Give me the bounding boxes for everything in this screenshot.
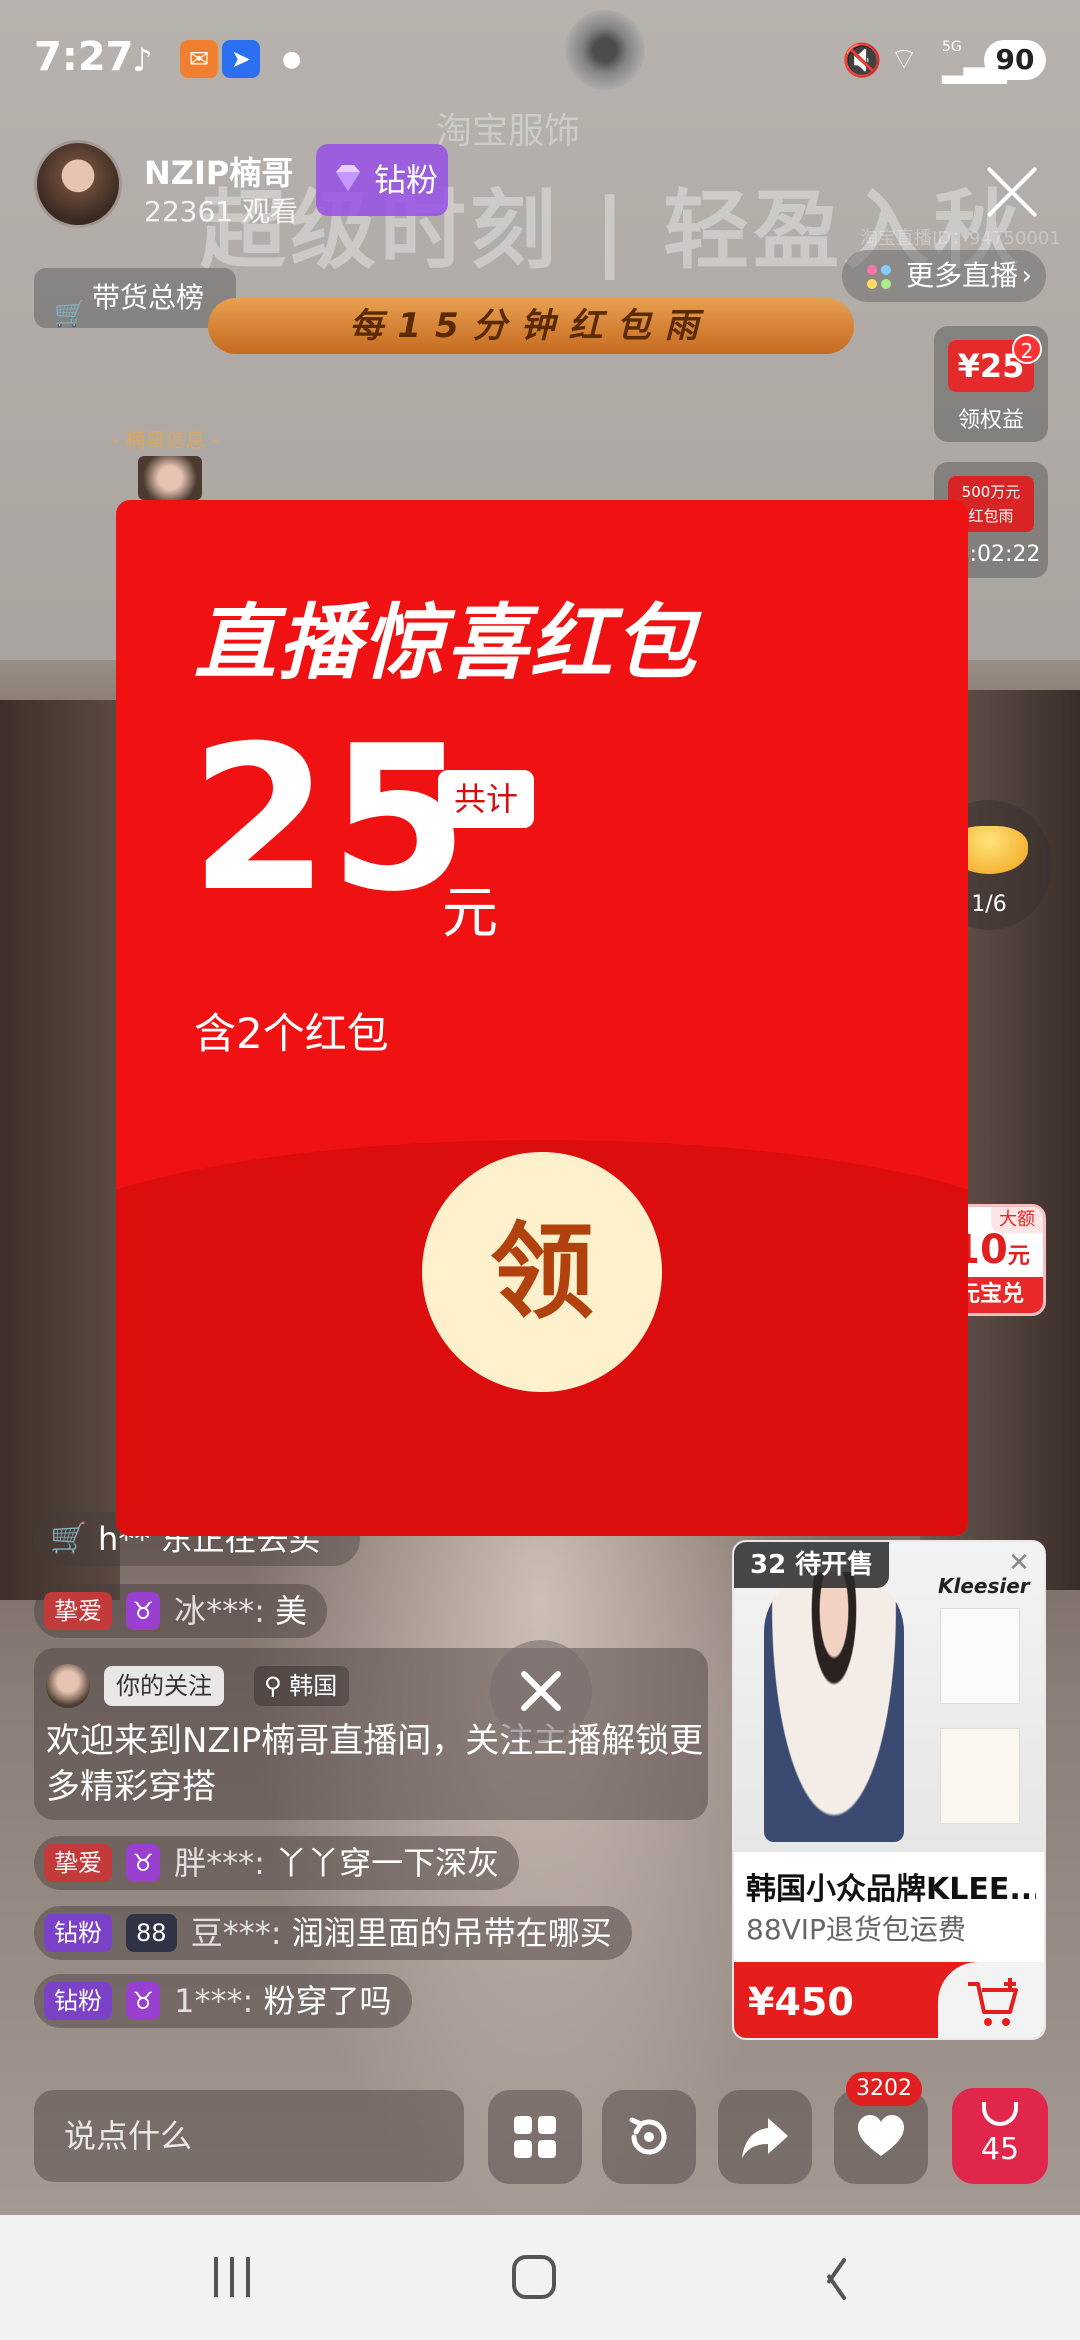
perk-label: 领权益 — [957, 408, 1024, 433]
presale-tag: 32 待开售 — [734, 1542, 890, 1588]
grid-icon — [867, 265, 891, 289]
product-card[interactable]: Kleesier 32 待开售 ✕ 韩国小众品牌KLEE... 88VIP退货包… — [732, 1540, 1046, 2040]
location-tag: ⚲ 韩国 — [254, 1666, 350, 1706]
host-name: NZIP楠哥 — [144, 154, 294, 192]
chevron-right-icon: › — [1021, 261, 1032, 291]
back-button[interactable] — [822, 2253, 852, 2303]
cart-icon: 🛒 — [50, 1521, 88, 1556]
overlay-room-id: 淘宝直播ID：94750001 — [860, 228, 1061, 249]
status-time: 7:27 — [34, 34, 134, 80]
total-tag: 共计 — [438, 770, 534, 828]
more-live-button[interactable]: 更多直播 › — [842, 250, 1046, 302]
wifi-icon: ⌔ — [890, 42, 919, 77]
dismiss-red-packet-button[interactable] — [490, 1640, 592, 1742]
grid-icon — [514, 2116, 556, 2158]
product-price: ¥450 — [748, 1980, 854, 2024]
more-live-label: 更多直播 — [906, 259, 1019, 292]
mute-icon: 🔇 — [842, 41, 882, 79]
medal-icon: ♉ — [126, 1592, 160, 1630]
following-tag: 你的关注 — [104, 1666, 224, 1706]
fan-level-badge: 挚爱 — [44, 1844, 112, 1882]
host-info-thumbnail[interactable] — [138, 456, 202, 500]
chat-text: 美 — [275, 1592, 308, 1630]
share-button[interactable] — [718, 2090, 812, 2184]
product-swatch — [940, 1728, 1020, 1824]
fan-level-badge: 钻粉 — [44, 1914, 112, 1952]
overlay-brand: 淘宝服饰 — [436, 111, 581, 152]
like-count-badge: 3202 — [846, 2072, 922, 2106]
more-features-button[interactable] — [488, 2090, 582, 2184]
battery-indicator: 90 — [984, 40, 1046, 80]
add-to-cart-button[interactable] — [938, 1962, 1044, 2038]
product-model-photo — [764, 1572, 904, 1842]
home-button[interactable] — [512, 2255, 556, 2299]
chat-message: 钻粉 88 豆***: 润润里面的吊带在哪买 — [34, 1906, 632, 1960]
claim-button[interactable]: 领 — [422, 1152, 662, 1392]
location-pin-icon: ⚲ — [264, 1672, 282, 1700]
replay-button[interactable] — [602, 2090, 696, 2184]
fan-badge-label: 钻粉 — [374, 161, 439, 199]
tiktok-icon: ♪ — [132, 41, 153, 79]
shopping-bag-count: 45 — [980, 2132, 1020, 2167]
shopping-bag-button[interactable]: 45 — [952, 2088, 1048, 2184]
host-avatar[interactable] — [34, 140, 122, 228]
product-image[interactable]: Kleesier — [734, 1542, 1044, 1852]
chat-text: 丫丫穿一下深灰 — [275, 1844, 500, 1882]
close-icon[interactable]: ✕ — [1004, 1548, 1034, 1578]
share-icon — [742, 2118, 788, 2158]
yuanbao-unit: 元 — [1007, 1244, 1030, 1269]
shopping-bag-icon — [982, 2102, 1018, 2126]
red-packet-amount: 25 — [190, 703, 469, 936]
heart-icon — [858, 2115, 904, 2156]
chat-message: 挚爱 ♉ 冰***: 美 — [34, 1584, 328, 1638]
chat-username: 豆***: — [190, 1914, 282, 1952]
recent-apps-button[interactable] — [210, 2257, 254, 2297]
front-camera — [565, 10, 645, 90]
fan-level-number: 88 — [126, 1914, 177, 1952]
perks-card[interactable]: ¥25 2 领权益 — [934, 326, 1048, 442]
chat-text: 粉穿了吗 — [263, 1982, 392, 2020]
sales-rank-button[interactable]: 🛒 带货总榜 — [34, 268, 236, 329]
welcome-message: 你的关注 ⚲ 韩国 欢迎来到NZIP楠哥直播间，关注主播解锁更多精彩穿搭 — [34, 1648, 708, 1820]
chat-username: 冰***: — [174, 1592, 265, 1630]
product-title: 韩国小众品牌KLEE... — [746, 1872, 1036, 1907]
chat-text: 润润里面的吊带在哪买 — [291, 1914, 612, 1952]
perk-badge-count: 2 — [1012, 334, 1042, 364]
replay-icon — [629, 2117, 667, 2155]
more-notifications-dot: ● — [282, 47, 302, 72]
chat-username: 1***: — [174, 1982, 254, 2020]
diamond-icon — [336, 165, 360, 191]
medal-icon: ♉ — [126, 1982, 160, 2020]
chat-message: 钻粉 ♉ 1***: 粉穿了吗 — [34, 1974, 412, 2028]
system-navigation-bar — [0, 2215, 1080, 2340]
red-packet-count: 含2个红包 — [194, 1009, 389, 1058]
host-avatar-small — [46, 1664, 90, 1708]
fan-level-badge: 钻粉 — [44, 1982, 112, 2020]
product-buy-bar[interactable]: ¥450 — [734, 1962, 1044, 2038]
comment-input[interactable]: 说点什么 — [34, 2090, 464, 2182]
sales-rank-label: 带货总榜 — [92, 281, 205, 314]
modal-title: 直播惊喜红包 — [194, 596, 698, 691]
close-live-button[interactable] — [982, 162, 1042, 222]
medal-icon: ♉ — [126, 1844, 160, 1882]
host-info-label: - 楠哥信息 - — [112, 428, 220, 452]
location-text: 韩国 — [289, 1672, 338, 1700]
product-swatch — [940, 1608, 1020, 1704]
red-packet-modal: 直播惊喜红包 25 共计 元 含2个红包 领 — [116, 500, 968, 1536]
viewer-count: 22361 观看 — [144, 195, 298, 228]
chat-username: 胖***: — [174, 1844, 265, 1882]
amount-unit: 元 — [442, 881, 498, 946]
cart-plus-icon — [968, 1978, 1018, 2026]
bird-app-icon: ➤ — [222, 40, 260, 78]
rain-line1: 500万元 — [961, 483, 1021, 501]
video-door — [0, 700, 120, 1600]
app-notification-icon: ✉ — [180, 40, 218, 78]
fan-level-badge: 挚爱 — [44, 1592, 112, 1630]
cart-icon: 🛒 — [54, 299, 87, 329]
red-packet-rain-banner: 每15分钟红包雨 — [208, 298, 854, 354]
chat-message: 挚爱 ♉ 胖***: 丫丫穿一下深灰 — [34, 1836, 520, 1890]
fan-badge[interactable]: 钻粉 — [316, 144, 448, 216]
product-subtitle: 88VIP退货包运费 — [746, 1913, 966, 1946]
welcome-text: 欢迎来到NZIP楠哥直播间，关注主播解锁更多精彩穿搭 — [46, 1721, 704, 1807]
